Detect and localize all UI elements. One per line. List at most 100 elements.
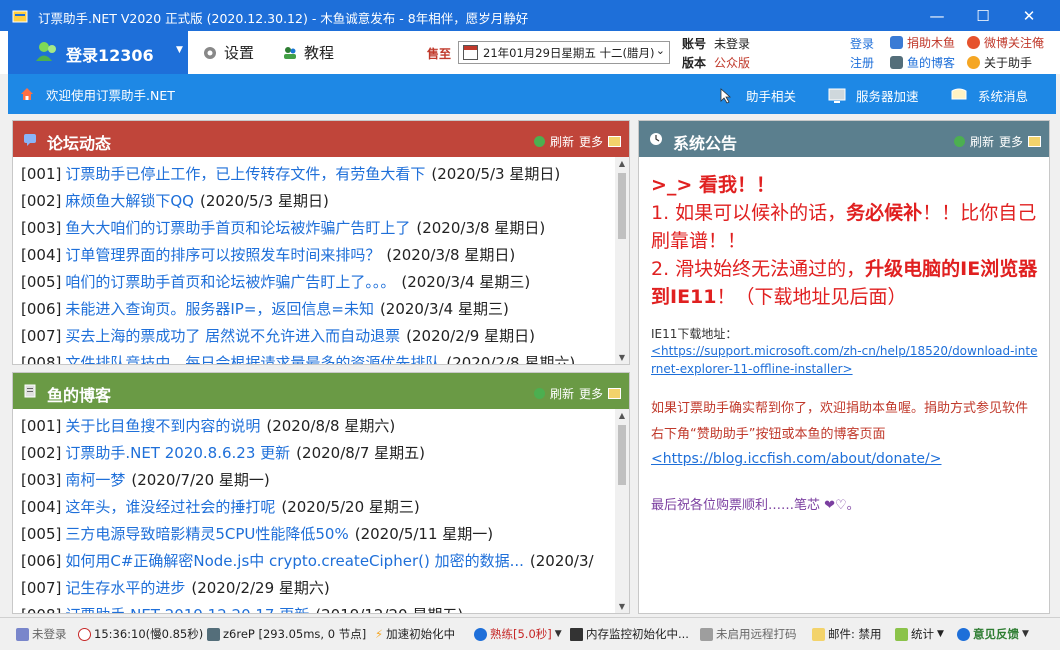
list-item[interactable]: [003] 鱼大大咱们的订票助手首页和论坛被炸骗广告盯上了 (2020/3/8 星期… xyxy=(21,215,615,242)
list-item[interactable]: [001] 订票助手已停止工作，已上传转存文件，有劳鱼大看下 (2020/5/3 星… xyxy=(21,161,615,188)
status-bar: 未登录 15:36:10(慢0.85秒) z6reP [293.05ms, 0 … xyxy=(0,617,1060,650)
status-node[interactable]: z6reP [293.05ms, 0 节点] xyxy=(207,626,366,642)
list-item[interactable]: [007] 买去上海的票成功了 居然说不允许进入而自动退票 (2020/2/9 星期… xyxy=(21,323,615,350)
blog-button[interactable]: 鱼的博客 xyxy=(890,54,955,71)
item-title-link[interactable]: 麻烦鱼大解锁下QQ xyxy=(65,192,194,210)
nav-bar: 欢迎使用订票助手.NET 助手相关 服务器加速 系统消息 xyxy=(8,74,1056,114)
chevron-down-icon[interactable]: ▼ xyxy=(937,629,944,639)
status-accel[interactable]: ⚡ 加速初始化中 xyxy=(375,626,455,642)
chevron-down-icon[interactable]: ▼ xyxy=(1022,629,1029,639)
status-feedback[interactable]: 意见反馈 ▼ xyxy=(957,626,1029,642)
app-icon xyxy=(12,10,28,23)
list-item[interactable]: [003] 南柯一梦 (2020/7/20 星期一) xyxy=(21,467,615,494)
status-node-label: z6reP [293.05ms, 0 节点] xyxy=(223,627,367,641)
gear-icon xyxy=(204,46,216,59)
forum-refresh[interactable]: 刷新 xyxy=(550,133,574,150)
forum-scrollbar[interactable]: ▲ ▼ xyxy=(615,157,629,364)
login-link[interactable]: 登录 xyxy=(850,35,874,52)
list-item[interactable]: [002] 订票助手.NET 2020.8.6.23 更新 (2020/8/7 星期… xyxy=(21,440,615,467)
list-item[interactable]: [008] 订票助手.NET 2019.12.20.17 更新 (2019/12/2… xyxy=(21,602,615,613)
notice-more[interactable]: 更多 xyxy=(999,133,1023,150)
system-message-button[interactable]: 系统消息 xyxy=(950,86,1028,105)
tutorial-button[interactable]: 教程 xyxy=(282,42,334,63)
list-item[interactable]: [008] 文件排队竞技中，每日会根据请求量最多的资源优先排队 (2020/2/8 … xyxy=(21,350,615,364)
item-title-link[interactable]: 订票助手.NET 2019.12.20.17 更新 xyxy=(65,606,309,613)
status-remote[interactable]: 未启用远程打码 xyxy=(700,626,797,642)
chevron-down-icon[interactable]: ▼ xyxy=(176,45,183,55)
item-title-link[interactable]: 关于比目鱼搜不到内容的说明 xyxy=(65,417,260,435)
tab-welcome[interactable]: 欢迎使用订票助手.NET xyxy=(8,74,193,114)
settings-button[interactable]: 设置 xyxy=(202,42,254,63)
scroll-up-icon[interactable]: ▲ xyxy=(615,159,629,168)
list-item[interactable]: [006] 如何用C#正确解密Node.js中 crypto.createCiph… xyxy=(21,548,615,575)
status-time[interactable]: 15:36:10(慢0.85秒) xyxy=(78,626,203,642)
list-item[interactable]: [005] 咱们的订票助手首页和论坛被炸骗广告盯上了。。。 (2020/3/4 星期… xyxy=(21,269,615,296)
status-mail[interactable]: 邮件: 禁用 xyxy=(812,626,882,642)
list-item[interactable]: [006] 未能进入查询页。服务器IP=，返回信息=未知 (2020/3/4 星期三… xyxy=(21,296,615,323)
item-date: (2020/7/20 星期一) xyxy=(131,471,270,489)
person-icon xyxy=(474,627,487,641)
helper-button[interactable]: 助手相关 xyxy=(718,86,796,105)
status-mail-label: 邮件: 禁用 xyxy=(828,627,882,641)
notice-line-1-b: 务必候补 xyxy=(846,202,923,224)
scroll-down-icon[interactable]: ▼ xyxy=(615,602,629,611)
item-date: (2020/5/3 星期日) xyxy=(199,192,329,210)
item-title-link[interactable]: 南柯一梦 xyxy=(65,471,125,489)
blog-refresh[interactable]: 刷新 xyxy=(550,385,574,402)
item-title-link[interactable]: 订单管理界面的排序可以按照发车时间来排吗？ xyxy=(65,246,380,264)
list-item[interactable]: [007] 记生存水平的进步 (2020/2/29 星期六) xyxy=(21,575,615,602)
item-title-link[interactable]: 如何用C#正确解密Node.js中 crypto.createCipher() … xyxy=(65,552,524,570)
login-button[interactable]: 登录12306 ▼ xyxy=(8,31,188,74)
ie-download-link[interactable]: <https://support.microsoft.com/zh-cn/hel… xyxy=(651,342,1039,378)
item-title-link[interactable]: 文件排队竞技中，每日会根据请求量最多的资源优先排队 xyxy=(65,354,440,364)
notice-refresh[interactable]: 刷新 xyxy=(970,133,994,150)
register-link[interactable]: 注册 xyxy=(850,54,874,71)
list-item[interactable]: [005] 三方电源导致暗影精灵5CPU性能降低50% (2020/5/11 星期一… xyxy=(21,521,615,548)
weibo-button[interactable]: 微博关注俺 xyxy=(967,34,1044,51)
status-stats[interactable]: 统计 ▼ xyxy=(895,626,944,642)
scroll-up-icon[interactable]: ▲ xyxy=(615,411,629,420)
sale-date-select[interactable]: 21年01月29日星期五 十二(腊月) ⌄ xyxy=(458,41,670,64)
helper-label: 助手相关 xyxy=(746,89,797,104)
status-login[interactable]: 未登录 xyxy=(16,626,67,642)
item-title-link[interactable]: 订票助手.NET 2020.8.6.23 更新 xyxy=(65,444,290,462)
refresh-icon xyxy=(953,136,965,147)
donate-link[interactable]: <https://blog.iccfish.com/about/donate/> xyxy=(651,450,1039,468)
server-accel-button[interactable]: 服务器加速 xyxy=(828,86,919,105)
item-title-link[interactable]: 这年头，谁没经过社会的捶打呢 xyxy=(65,498,275,516)
scroll-down-icon[interactable]: ▼ xyxy=(615,353,629,362)
item-title-link[interactable]: 鱼大大咱们的订票助手首页和论坛被炸骗广告盯上了 xyxy=(65,219,410,237)
item-title-link[interactable]: 订票助手已停止工作，已上传转存文件，有劳鱼大看下 xyxy=(65,165,425,183)
list-item[interactable]: [002] 麻烦鱼大解锁下QQ (2020/5/3 星期日) xyxy=(21,188,615,215)
notice-line-1: 1. 如果可以候补的话，务必候补！！比你自己刷靠谱！！ xyxy=(651,199,1039,255)
status-memory[interactable]: 内存监控初始化中... xyxy=(570,626,689,642)
item-index: [001] xyxy=(21,165,62,183)
chevron-down-icon[interactable]: ▼ xyxy=(555,629,562,639)
item-title-link[interactable]: 记生存水平的进步 xyxy=(65,579,185,597)
item-date: (2020/5/3 星期日) xyxy=(431,165,561,183)
notice-title: 系统公告 xyxy=(673,134,738,153)
close-button[interactable]: ✕ xyxy=(1006,0,1052,31)
forum-more[interactable]: 更多 xyxy=(579,133,603,150)
item-title-link[interactable]: 三方电源导致暗影精灵5CPU性能降低50% xyxy=(65,525,348,543)
maximize-button[interactable]: ☐ xyxy=(960,0,1006,31)
item-title-link[interactable]: 咱们的订票助手首页和论坛被炸骗广告盯上了。。。 xyxy=(65,273,395,291)
status-skill[interactable]: 熟练[5.0秒] ▼ xyxy=(474,626,562,642)
scroll-thumb[interactable] xyxy=(618,173,626,239)
scroll-thumb[interactable] xyxy=(618,425,626,485)
item-index: [005] xyxy=(21,525,62,543)
about-button[interactable]: 关于助手 xyxy=(967,54,1032,71)
notice-line-2: 2. 滑块始终无法通过的，升级电脑的IE浏览器到IE11！（下载地址见后面） xyxy=(651,255,1039,311)
blog-more[interactable]: 更多 xyxy=(579,385,603,402)
notice-line-1-a: 1. 如果可以候补的话， xyxy=(651,202,847,224)
blog-scrollbar[interactable]: ▲ ▼ xyxy=(615,409,629,613)
list-item[interactable]: [004] 订单管理界面的排序可以按照发车时间来排吗？ (2020/3/8 星期日) xyxy=(21,242,615,269)
item-title-link[interactable]: 未能进入查询页。服务器IP=，返回信息=未知 xyxy=(65,300,374,318)
item-date: (2020/8/8 星期六) xyxy=(266,417,396,435)
donate-button[interactable]: 捐助木鱼 xyxy=(890,34,955,51)
minimize-button[interactable]: — xyxy=(914,0,960,31)
list-item[interactable]: [001] 关于比目鱼搜不到内容的说明 (2020/8/8 星期六) xyxy=(21,413,615,440)
item-title-link[interactable]: 买去上海的票成功了 居然说不允许进入而自动退票 xyxy=(65,327,400,345)
list-item[interactable]: [004] 这年头，谁没经过社会的捶打呢 (2020/5/20 星期三) xyxy=(21,494,615,521)
item-index: [007] xyxy=(21,327,62,345)
